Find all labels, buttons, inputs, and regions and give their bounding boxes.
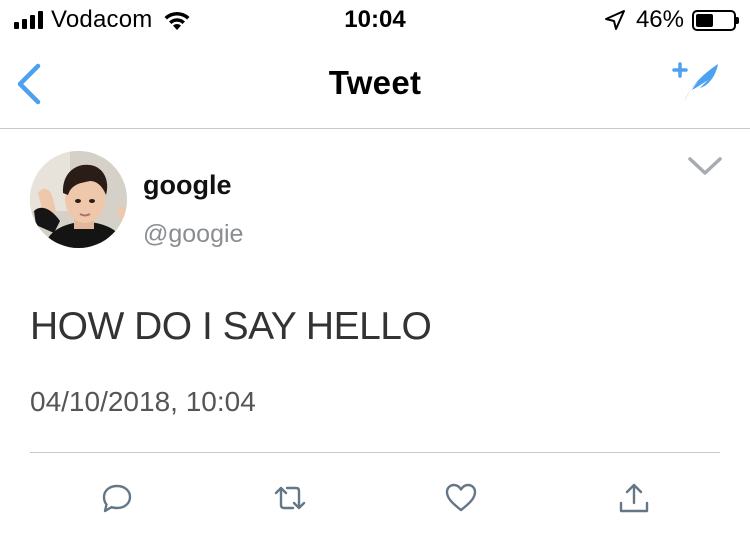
- tweet-text: HOW DO I SAY HELLO: [30, 305, 432, 348]
- tweet-timestamp: 04/10/2018, 10:04: [30, 386, 256, 417]
- nav-bar: Tweet: [0, 40, 750, 129]
- user-handle[interactable]: @googie: [143, 220, 243, 249]
- location-arrow-icon: [604, 10, 625, 30]
- retweet-button[interactable]: [270, 478, 310, 518]
- divider: [30, 452, 720, 453]
- chevron-down-icon[interactable]: [686, 154, 724, 180]
- display-name[interactable]: google: [143, 170, 232, 201]
- battery-percent: 46%: [635, 6, 684, 33]
- status-right: 46%: [604, 6, 739, 34]
- like-button[interactable]: [441, 478, 481, 518]
- status-bar: Vodacom 10:04 46%: [0, 0, 750, 40]
- heart-icon: [445, 483, 477, 512]
- page-title: Tweet: [328, 64, 422, 101]
- share-icon: [619, 483, 649, 513]
- battery-icon: [692, 9, 739, 31]
- reply-icon: [102, 484, 132, 513]
- share-button[interactable]: [614, 478, 654, 518]
- battery-level-fill: [696, 13, 713, 27]
- compose-tweet-button[interactable]: [670, 58, 722, 106]
- retweet-icon: [274, 486, 306, 510]
- avatar[interactable]: [30, 151, 127, 248]
- avatar-photo: [30, 151, 127, 248]
- reply-button[interactable]: [97, 478, 137, 518]
